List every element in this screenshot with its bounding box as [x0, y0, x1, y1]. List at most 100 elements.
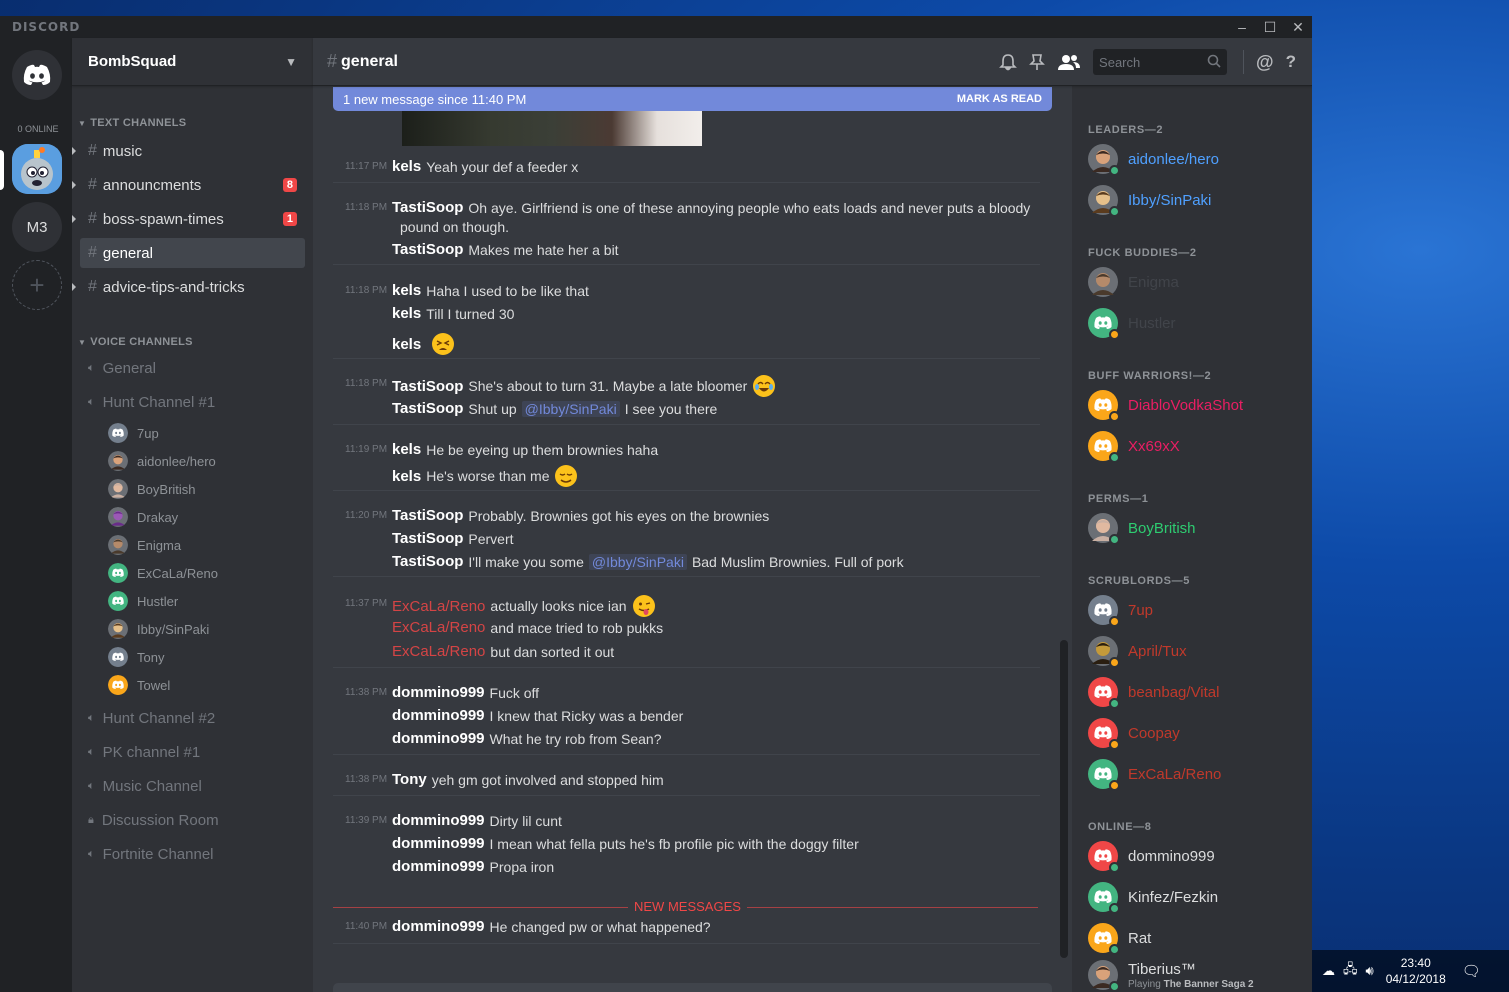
- chevron-down-icon[interactable]: ▼: [285, 55, 297, 69]
- bell-icon[interactable]: [999, 53, 1017, 71]
- message-author[interactable]: dommino999: [392, 835, 485, 852]
- member-item[interactable]: aidonlee/hero: [1088, 142, 1219, 176]
- message-author[interactable]: kels: [392, 158, 421, 175]
- channel-boss-spawn-times[interactable]: # boss-spawn-times 1: [72, 204, 305, 234]
- mentions-icon[interactable]: @: [1256, 52, 1274, 73]
- channel-music[interactable]: # music: [72, 136, 305, 166]
- member-item[interactable]: April/Tux: [1088, 634, 1187, 668]
- message-author[interactable]: TastiSoop: [392, 378, 463, 395]
- message-author[interactable]: dommino999: [392, 858, 485, 875]
- search-input[interactable]: Search: [1093, 49, 1228, 75]
- voice-user[interactable]: ExCaLa/Reno: [72, 559, 313, 587]
- member-item[interactable]: ExCaLa/Reno: [1088, 757, 1221, 791]
- voice-channel-hunt-2[interactable]: 🔈︎ Hunt Channel #2: [80, 701, 305, 735]
- message-author[interactable]: TastiSoop: [392, 400, 463, 417]
- message-input[interactable]: [333, 983, 1052, 992]
- voice-channel-hunt-1[interactable]: 🔈︎ Hunt Channel #1: [80, 385, 305, 419]
- server-header[interactable]: BombSquad ▼: [72, 38, 313, 86]
- message-author[interactable]: TastiSoop: [392, 530, 463, 547]
- voice-channel-music[interactable]: 🔈︎ Music Channel: [80, 769, 305, 803]
- new-messages-bar[interactable]: 1 new message since 11:40 PM MARK AS REA…: [333, 87, 1052, 111]
- member-item[interactable]: 7up: [1088, 593, 1153, 627]
- message-author[interactable]: dommino999: [392, 707, 485, 724]
- voice-user[interactable]: aidonlee/hero: [72, 447, 313, 475]
- user-mention[interactable]: @Ibby/SinPaki: [588, 553, 687, 570]
- member-item[interactable]: dommino999: [1088, 839, 1215, 873]
- voice-user[interactable]: Enigma: [72, 531, 313, 559]
- category-text-channels[interactable]: ▼ TEXT CHANNELS: [72, 115, 313, 131]
- message-author[interactable]: Tony: [392, 771, 427, 788]
- message-author[interactable]: ExCaLa/Reno: [392, 598, 485, 615]
- voice-user[interactable]: Tony: [72, 643, 313, 671]
- message-text: and mace tried to rob pukks: [490, 619, 664, 636]
- member-item[interactable]: BoyBritish: [1088, 511, 1196, 545]
- message-author[interactable]: TastiSoop: [392, 507, 463, 524]
- voice-user[interactable]: Drakay: [72, 503, 313, 531]
- message-author[interactable]: dommino999: [392, 812, 485, 829]
- channel-label: Music Channel: [102, 777, 202, 795]
- server-icon-m3[interactable]: M3: [12, 202, 62, 252]
- notification-icon[interactable]: 🗨︎: [1462, 962, 1481, 980]
- category-voice-channels[interactable]: ▼ VOICE CHANNELS: [72, 334, 313, 350]
- voice-user[interactable]: BoyBritish: [72, 475, 313, 503]
- channel-advice-tips-and-tricks[interactable]: # advice-tips-and-tricks: [72, 272, 305, 302]
- message-author[interactable]: ExCaLa/Reno: [392, 643, 485, 660]
- member-item[interactable]: Enigma: [1088, 265, 1179, 299]
- channel-announcments[interactable]: # announcments 8: [72, 170, 305, 200]
- mark-as-read-button[interactable]: MARK AS READ: [957, 93, 1042, 105]
- message-author[interactable]: TastiSoop: [392, 241, 463, 258]
- message-author[interactable]: kels: [392, 336, 421, 353]
- message-author[interactable]: TastiSoop: [392, 553, 463, 570]
- member-item[interactable]: Kinfez/Fezkin: [1088, 880, 1218, 914]
- voice-user[interactable]: 7up: [72, 419, 313, 447]
- user-mention[interactable]: @Ibby/SinPaki: [521, 400, 620, 417]
- close-button[interactable]: ✕: [1284, 19, 1312, 36]
- voice-channel-pk-1[interactable]: 🔈︎ PK channel #1: [80, 735, 305, 769]
- message-author[interactable]: dommino999: [392, 730, 485, 747]
- minimize-button[interactable]: –: [1228, 19, 1256, 36]
- voice-user[interactable]: Ibby/SinPaki: [72, 615, 313, 643]
- member-item[interactable]: DiabloVodkaShot: [1088, 388, 1243, 422]
- channel-label: Discussion Room: [101, 811, 219, 829]
- member-item[interactable]: Ibby/SinPaki: [1088, 183, 1211, 217]
- member-item[interactable]: beanbag/Vital: [1088, 675, 1219, 709]
- message-author[interactable]: kels: [392, 282, 421, 299]
- emoji-relieved-icon[interactable]: [555, 465, 578, 487]
- voice-user[interactable]: Hustler: [72, 587, 313, 615]
- pin-icon[interactable]: [1029, 53, 1045, 71]
- member-item[interactable]: Hustler: [1088, 306, 1176, 340]
- message-author[interactable]: ExCaLa/Reno: [392, 619, 485, 636]
- user-avatar: [108, 535, 128, 555]
- message-author[interactable]: TastiSoop: [392, 199, 463, 216]
- message-author[interactable]: dommino999: [392, 684, 485, 701]
- channel-general[interactable]: # general: [80, 238, 305, 268]
- voice-channel-discussion[interactable]: 🔒︎ Discussion Room: [80, 803, 305, 837]
- member-item[interactable]: Rat: [1088, 921, 1151, 955]
- member-item[interactable]: Tiberius™ Playing The Banner Saga 2: [1088, 958, 1254, 992]
- members-icon[interactable]: [1057, 53, 1081, 71]
- emoji-tongue-icon[interactable]: [632, 595, 655, 617]
- emoji-tired-icon[interactable]: [432, 333, 455, 355]
- server-icon-bombsquad[interactable]: [12, 144, 62, 194]
- message-author[interactable]: kels: [392, 441, 421, 458]
- message-author[interactable]: kels: [392, 305, 421, 322]
- network-icon[interactable]: 🖧︎: [1343, 960, 1358, 982]
- discord-logo-icon: [23, 64, 51, 85]
- member-item[interactable]: Coopay: [1088, 716, 1180, 750]
- message-author[interactable]: dommino999: [392, 918, 485, 935]
- emoji-joy-icon[interactable]: [753, 375, 776, 397]
- chat-scrollbar[interactable]: [1060, 640, 1068, 958]
- system-clock[interactable]: 23:40 04/12/2018: [1386, 955, 1446, 987]
- member-item[interactable]: Xx69xX: [1088, 429, 1180, 463]
- voice-channel-fortnite[interactable]: 🔈︎ Fortnite Channel: [80, 837, 305, 871]
- maximize-button[interactable]: ☐: [1256, 19, 1284, 36]
- voice-channel-general[interactable]: 🔈︎ General: [80, 351, 305, 385]
- user-avatar: [108, 591, 128, 611]
- voice-user[interactable]: Towel: [72, 671, 313, 699]
- message-author[interactable]: kels: [392, 468, 421, 485]
- volume-icon[interactable]: 🔊︎: [1366, 963, 1374, 979]
- add-server-button[interactable]: +: [12, 260, 62, 310]
- help-icon[interactable]: ?: [1286, 52, 1296, 72]
- home-button[interactable]: [12, 50, 62, 100]
- cloud-icon[interactable]: ☁: [1322, 963, 1335, 979]
